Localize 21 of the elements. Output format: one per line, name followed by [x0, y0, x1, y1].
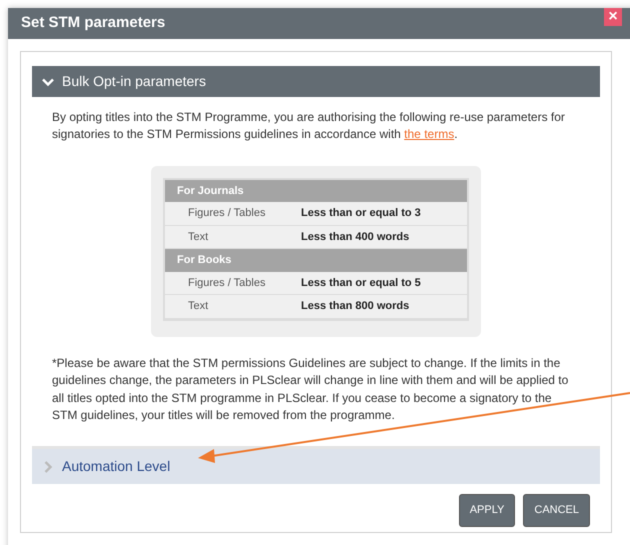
table-cell-text: Text	[187, 299, 210, 314]
window-title: Set STM parameters	[21, 13, 166, 34]
apply-button[interactable]: APPLY	[458, 494, 516, 527]
table-cell-text: Figures / Tables	[187, 206, 266, 222]
table-group-heading: For Books	[165, 249, 467, 272]
table-cell-text: Less than 800 words	[301, 299, 410, 314]
note-paragraph: *Please be aware that the STM permissions Guidelines are subject to change. If the limits in the guidelines change, the parameters in PLSclear will change in line with them and will be applied to all titles opted into the STM programme in PLSclear. If you cease to become a signatory to the STM guidelines, your titles will be removed from the programme.	[52, 354, 570, 424]
cancel-button[interactable]: CANCEL	[523, 494, 590, 527]
table-cell-text: Less than or equal to 5	[301, 276, 421, 291]
close-button[interactable]: ×	[604, 8, 622, 26]
section-header[interactable]: Bulk Opt-in parameters	[32, 66, 600, 97]
table-cell-text: Less than or equal to 3	[301, 206, 421, 222]
terms-link[interactable]: the terms	[404, 127, 454, 142]
chevron-down-icon	[42, 76, 54, 88]
table-cell-text: Figures / Tables	[187, 276, 266, 291]
table-cell-text: Text	[187, 230, 210, 245]
chevron-right-icon	[42, 460, 54, 473]
table-cell-text: Less than 400 words	[301, 230, 410, 245]
table-group-heading: For Journals	[165, 180, 467, 202]
section-header[interactable]: Automation Level	[32, 446, 600, 484]
intro-paragraph: By opting titles into the STM Programme, you are authorising the following re-use parameters for signatories to the STM Permissions guidelines in accordance with the terms.	[52, 109, 566, 144]
